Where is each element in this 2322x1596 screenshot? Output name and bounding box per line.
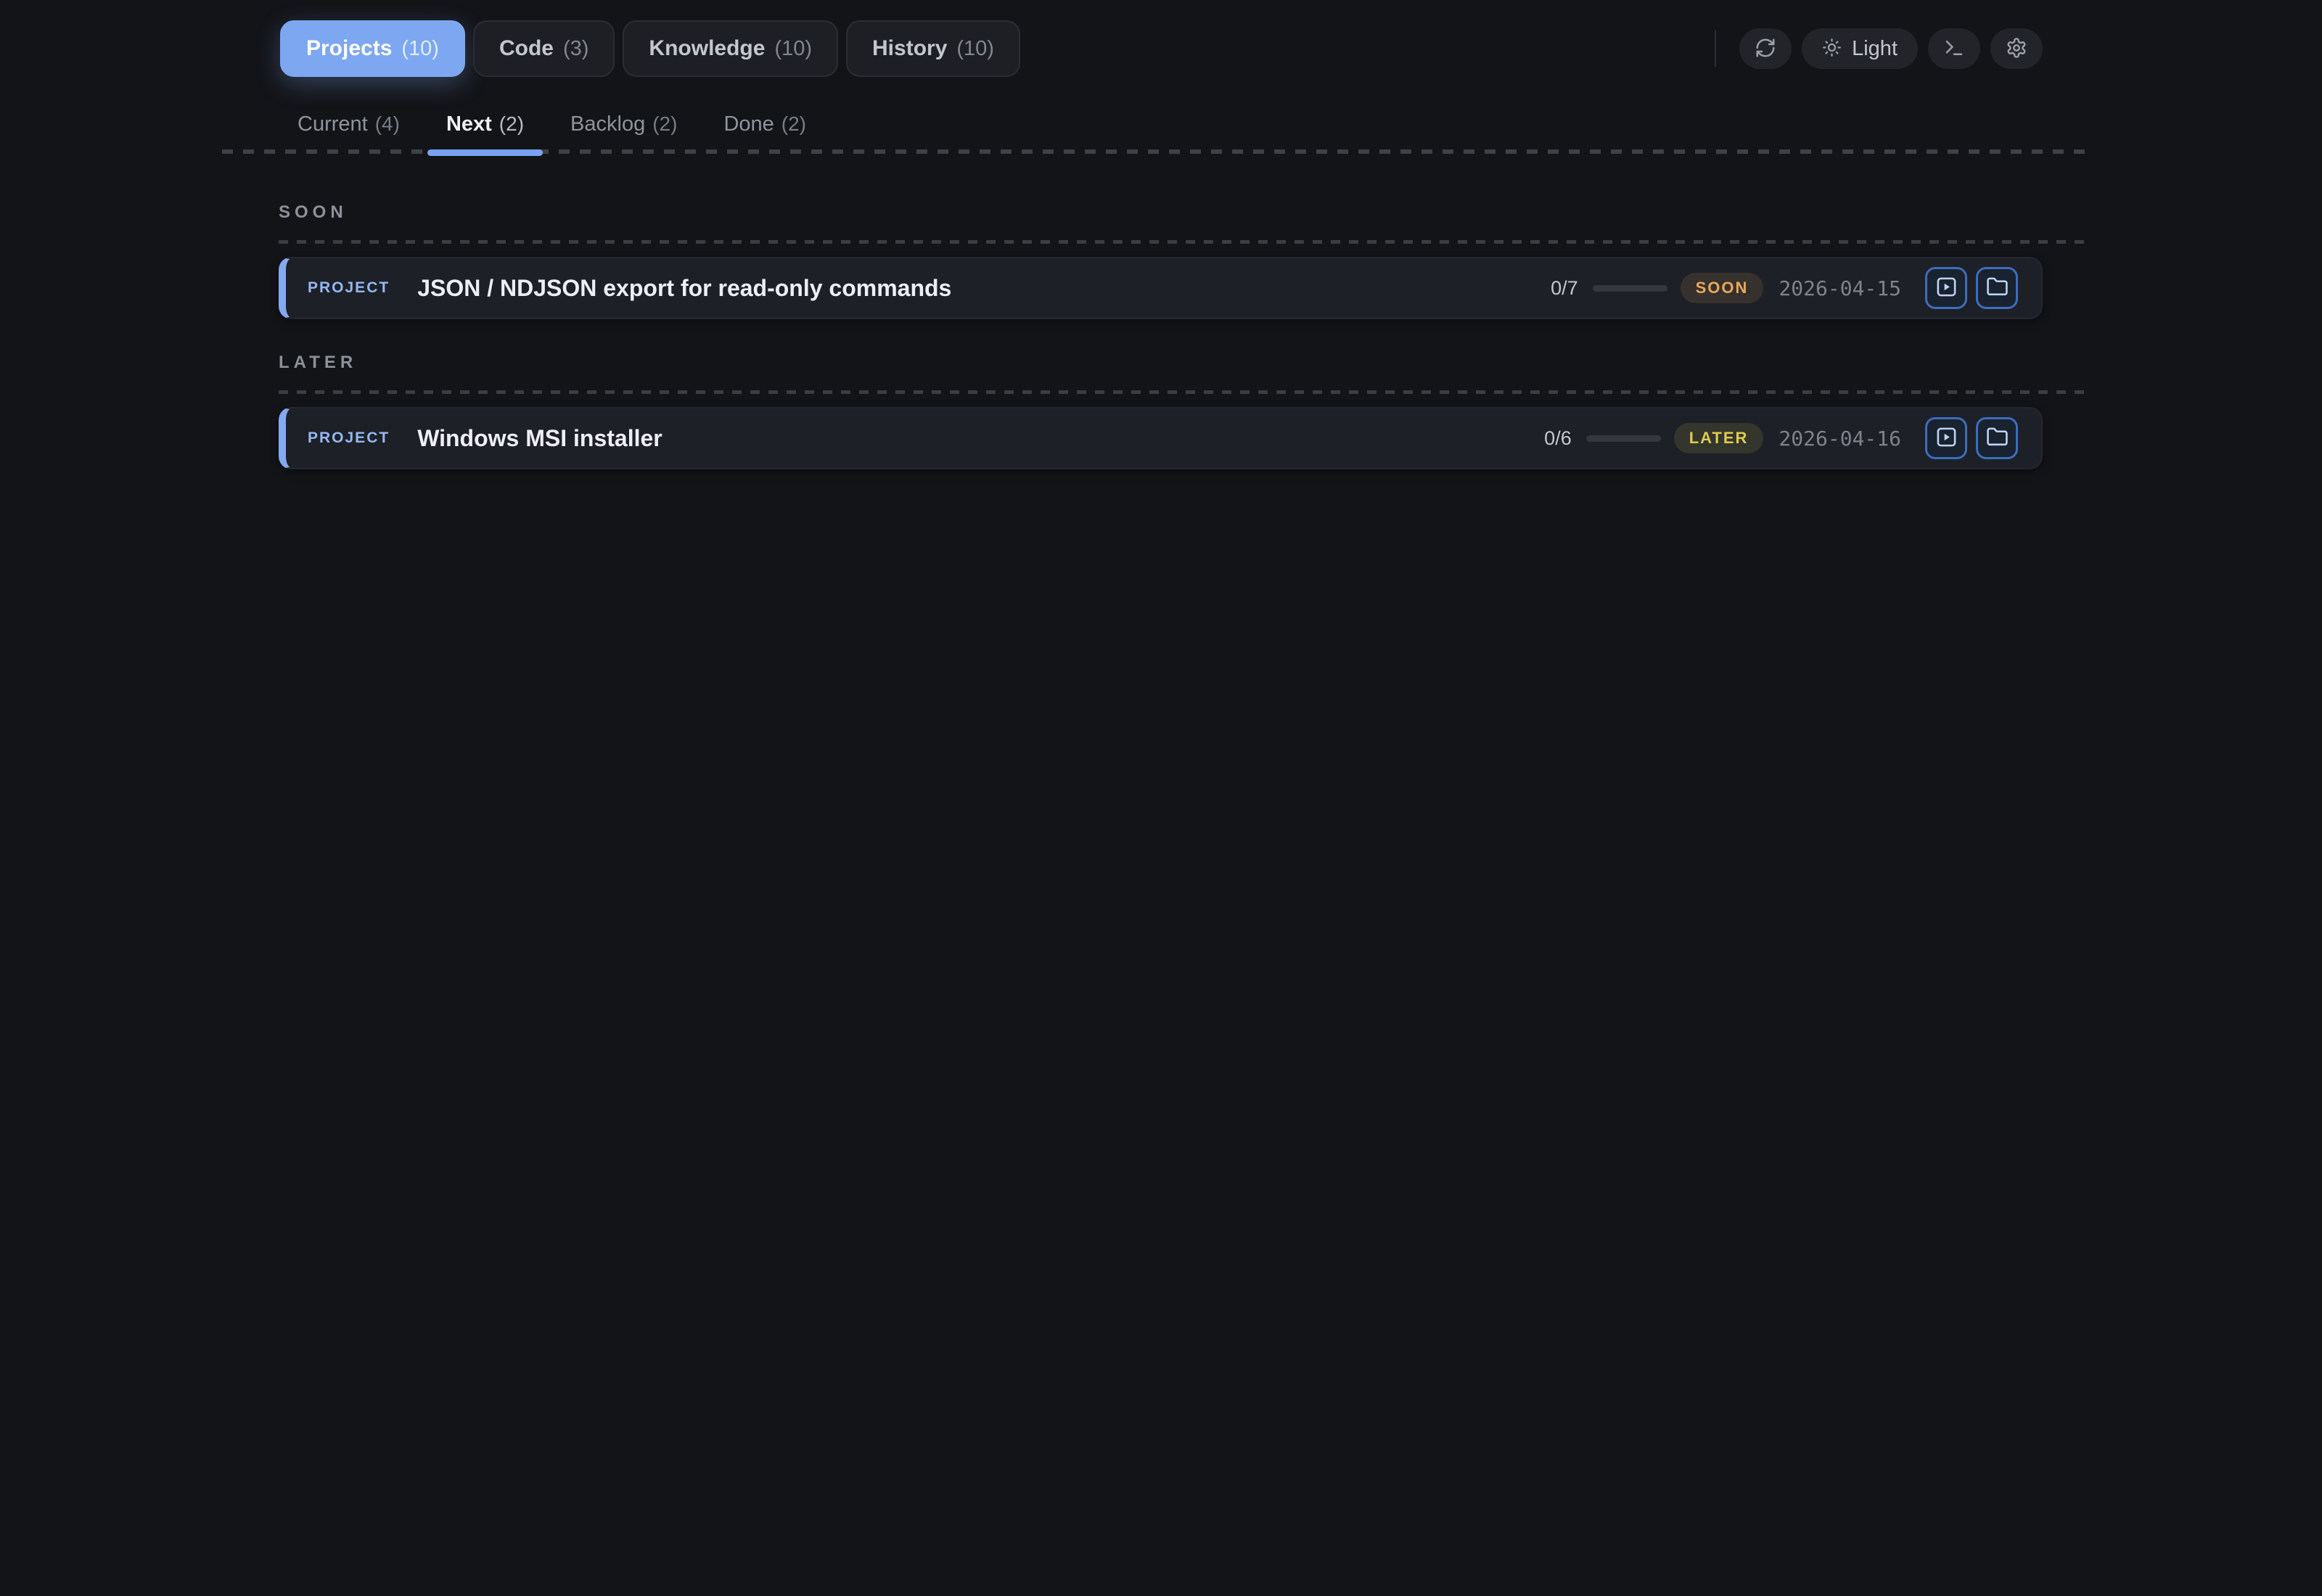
section-later: LATER PROJECT Windows MSI installer 0/6 …: [279, 353, 2090, 469]
run-project-button[interactable]: [1925, 267, 1967, 309]
gear-icon: [2006, 37, 2027, 61]
section-soon: SOON PROJECT JSON / NDJSON export for re…: [279, 202, 2090, 319]
refresh-icon: [1755, 37, 1776, 61]
subtab-next-count: (2): [499, 112, 525, 135]
theme-toggle-button[interactable]: Light: [1802, 28, 1918, 69]
tab-projects-label: Projects: [306, 36, 393, 60]
section-heading: SOON: [279, 202, 348, 222]
subtab-next-label: Next: [446, 112, 492, 136]
refresh-button[interactable]: [1739, 28, 1792, 69]
project-card[interactable]: PROJECT Windows MSI installer 0/6 LATER …: [279, 407, 2043, 469]
project-kind-label: PROJECT: [308, 429, 390, 446]
progress-bar: [1592, 284, 1667, 292]
top-bar: Projects (10) Code (3) Knowledge (10) Hi…: [0, 0, 2322, 77]
tab-projects-count: (10): [401, 36, 439, 60]
project-card[interactable]: PROJECT JSON / NDJSON export for read-on…: [279, 257, 2043, 319]
project-title: JSON / NDJSON export for read-only comma…: [417, 274, 952, 301]
theme-toggle-label: Light: [1852, 36, 1898, 60]
status-badge: LATER: [1673, 423, 1764, 453]
progress-count: 0/7: [1551, 276, 1578, 299]
app-root: Projects (10) Code (3) Knowledge (10) Hi…: [0, 0, 2322, 1596]
run-project-button[interactable]: [1925, 417, 1967, 459]
project-title: Windows MSI installer: [417, 424, 662, 451]
top-controls: Light: [1715, 28, 2043, 69]
section-dashed-divider: [279, 240, 2090, 244]
settings-button[interactable]: [1990, 28, 2043, 69]
open-folder-button[interactable]: [1976, 267, 2018, 309]
folder-icon: [1986, 426, 2009, 451]
status-badge: SOON: [1680, 273, 1764, 303]
open-folder-button[interactable]: [1976, 417, 2018, 459]
project-date: 2026-04-16: [1779, 426, 1901, 451]
project-list: SOON PROJECT JSON / NDJSON export for re…: [0, 202, 2322, 469]
progress-count: 0/6: [1544, 427, 1572, 449]
tab-history[interactable]: History (10): [846, 20, 1020, 77]
tab-code[interactable]: Code (3): [472, 20, 615, 77]
subtab-current-label: Current: [298, 112, 368, 136]
tab-knowledge-label: Knowledge: [649, 36, 766, 60]
project-kind-label: PROJECT: [308, 279, 390, 296]
subtab-backlog-label: Backlog: [570, 112, 646, 136]
section-heading: LATER: [279, 353, 358, 372]
sub-tabs: Current (4) Next (2) Backlog (2) Done (2…: [298, 112, 806, 156]
subtab-backlog[interactable]: Backlog (2): [570, 112, 677, 136]
progress-bar: [1585, 435, 1661, 442]
tab-code-count: (3): [562, 36, 589, 60]
tab-code-label: Code: [499, 36, 554, 60]
play-square-icon: [1935, 426, 1958, 451]
tab-history-label: History: [872, 36, 948, 60]
terminal-icon: [1943, 37, 1965, 61]
subtab-current-count: (4): [374, 112, 400, 135]
tab-history-count: (10): [956, 36, 994, 60]
tab-knowledge[interactable]: Knowledge (10): [623, 20, 839, 77]
section-dashed-divider: [279, 390, 2090, 394]
project-date: 2026-04-15: [1779, 276, 1901, 300]
folder-icon: [1986, 276, 2009, 300]
sub-nav: Current (4) Next (2) Backlog (2) Done (2…: [222, 77, 2090, 156]
primary-tabs: Projects (10) Code (3) Knowledge (10) Hi…: [280, 20, 1020, 77]
subtab-done-label: Done: [723, 112, 774, 136]
terminal-button[interactable]: [1928, 28, 1980, 69]
tab-projects[interactable]: Projects (10): [280, 20, 465, 77]
play-square-icon: [1935, 276, 1958, 300]
subtab-backlog-count: (2): [652, 112, 678, 135]
subtab-current[interactable]: Current (4): [298, 112, 400, 136]
controls-divider: [1715, 30, 1717, 67]
tab-knowledge-count: (10): [774, 36, 813, 60]
subtab-done[interactable]: Done (2): [723, 112, 806, 136]
subtab-next[interactable]: Next (2): [427, 112, 543, 156]
subtab-done-count: (2): [781, 112, 806, 135]
sun-icon: [1822, 38, 1842, 59]
